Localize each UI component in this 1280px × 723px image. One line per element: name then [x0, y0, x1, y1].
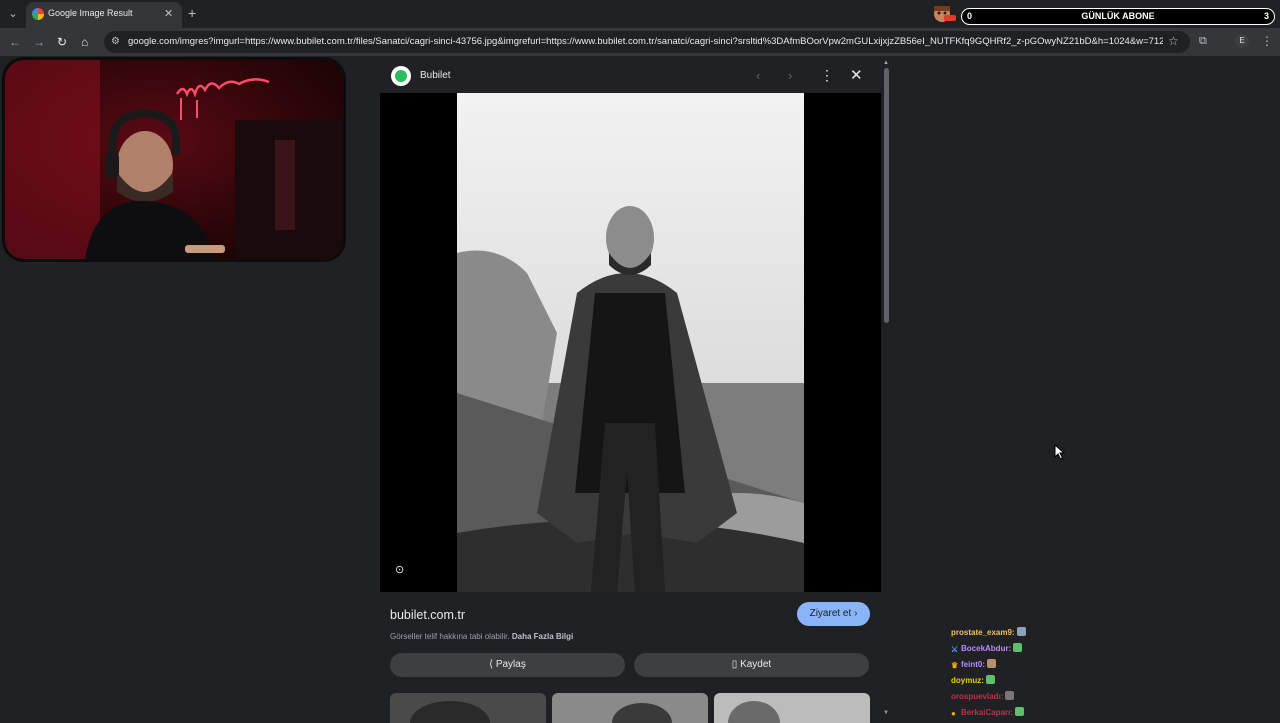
chat-username: feint0: — [961, 660, 985, 669]
mascot-icon — [934, 6, 956, 22]
tab-strip: ⌄ Google Image Result ✕ + 0 GÜNLÜK ABONE… — [0, 0, 1280, 28]
scrollbar-thumb[interactable] — [884, 68, 889, 323]
emote-icon — [1005, 691, 1015, 700]
source-domain: bubilet.com.tr — [390, 608, 466, 622]
browser-toolbar: ← → ↻ ⌂ ⚙ google.com/imgres?imgurl=https… — [0, 28, 1280, 56]
chat-message: prostate_exam9: — [951, 627, 1026, 637]
extensions-icon[interactable]: ⧉ — [1199, 35, 1207, 48]
chat-username: doymuz: — [951, 676, 984, 685]
share-button-label: Paylaş — [495, 659, 526, 670]
url-text[interactable]: google.com/imgres?imgurl=https://www.bub… — [128, 36, 1163, 47]
tab-title: Google Image Result — [48, 8, 133, 18]
panel-scrollbar[interactable]: ▲ ▼ — [882, 60, 891, 720]
google-favicon-icon — [32, 8, 44, 20]
related-image-thumbnail[interactable] — [552, 693, 708, 723]
next-image-icon[interactable]: › — [788, 68, 792, 83]
image-viewer: ⊙ — [380, 93, 881, 592]
back-icon[interactable]: ← — [9, 35, 21, 49]
sub-count-goal: 3 — [1263, 11, 1269, 21]
related-image-thumbnail[interactable] — [714, 693, 870, 723]
preview-image[interactable] — [457, 93, 804, 592]
chat-username: orospuevladı: — [951, 692, 1004, 701]
site-info-icon[interactable]: ⚙ — [111, 36, 120, 47]
chevron-right-icon: › — [854, 608, 858, 619]
chat-username: prostate_exam9: — [951, 628, 1015, 637]
mouse-cursor-icon — [1054, 444, 1066, 460]
copyright-notice: Görseller telif hakkına tabi olabilir. D… — [390, 632, 573, 641]
emote-icon — [1013, 643, 1023, 652]
tab-close-icon[interactable]: ✕ — [164, 7, 173, 20]
emote-icon — [1016, 627, 1026, 636]
chat-username: BocekAbdur: — [961, 644, 1012, 653]
emote-icon — [985, 675, 995, 684]
crown-badge-icon: ♛ — [951, 661, 959, 670]
emote-icon — [1015, 707, 1025, 716]
reload-icon[interactable]: ↻ — [57, 35, 67, 49]
more-options-icon[interactable]: ⋮ — [820, 67, 834, 84]
related-image-thumbnail[interactable] — [390, 693, 546, 723]
close-panel-icon[interactable]: ✕ — [850, 66, 863, 84]
browser-tab[interactable]: Google Image Result ✕ — [26, 2, 182, 28]
bubilet-logo-icon — [395, 70, 407, 82]
source-name[interactable]: Bubilet — [420, 70, 451, 81]
webcam-overlay — [2, 57, 346, 262]
profile-avatar[interactable]: E — [1235, 34, 1249, 48]
coin-badge-icon: ● — [951, 709, 956, 718]
save-button-label: Kaydet — [740, 659, 772, 670]
bookmark-star-icon[interactable]: ☆ — [1168, 34, 1179, 48]
share-icon: ⟨ — [489, 659, 496, 670]
visit-button[interactable]: Ziyaret et › — [797, 602, 870, 626]
forward-icon[interactable]: → — [33, 35, 45, 49]
chat-message: orospuevladı: — [951, 691, 1015, 701]
save-button[interactable]: ▯ Kaydet — [634, 653, 869, 677]
new-tab-icon[interactable]: + — [188, 5, 196, 21]
google-lens-icon[interactable]: ⊙ — [395, 563, 409, 577]
chat-message: ♛ feint0: — [951, 659, 996, 670]
image-preview-panel: Bubilet ‹ › ⋮ ✕ ⊙ bubilet.com.tr Ziyaret… — [380, 60, 881, 723]
chat-message: doymuz: — [951, 675, 995, 685]
chat-message: ● BerkaiCaparı: — [951, 707, 1025, 718]
emote-icon — [987, 659, 996, 668]
scroll-up-icon[interactable]: ▲ — [883, 60, 889, 66]
copyright-text: Görseller telif hakkına tabi olabilir. — [390, 632, 510, 641]
previous-image-icon[interactable]: ‹ — [756, 68, 760, 83]
sub-bar-title: GÜNLÜK ABONE — [1081, 11, 1155, 21]
share-button[interactable]: ⟨ Paylaş — [390, 653, 625, 677]
chat-username: BerkaiCaparı: — [961, 708, 1014, 717]
learn-more-link[interactable]: Daha Fazla Bilgi — [512, 632, 573, 641]
address-bar[interactable]: ⚙ google.com/imgres?imgurl=https://www.b… — [104, 31, 1190, 53]
visit-button-label: Ziyaret et — [809, 608, 852, 619]
bookmark-icon: ▯ — [731, 659, 741, 670]
browser-menu-icon[interactable]: ⋮ — [1261, 34, 1273, 48]
sword-badge-icon: ⚔ — [951, 645, 959, 654]
home-icon[interactable]: ⌂ — [81, 35, 88, 49]
chat-message: ⚔ BocekAbdur: — [951, 643, 1023, 654]
tab-search-icon[interactable]: ⌄ — [4, 5, 22, 23]
daily-subscriber-bar: 0 GÜNLÜK ABONE 3 — [961, 8, 1275, 25]
source-favicon-icon — [391, 66, 411, 86]
scroll-down-icon[interactable]: ▼ — [883, 710, 889, 716]
